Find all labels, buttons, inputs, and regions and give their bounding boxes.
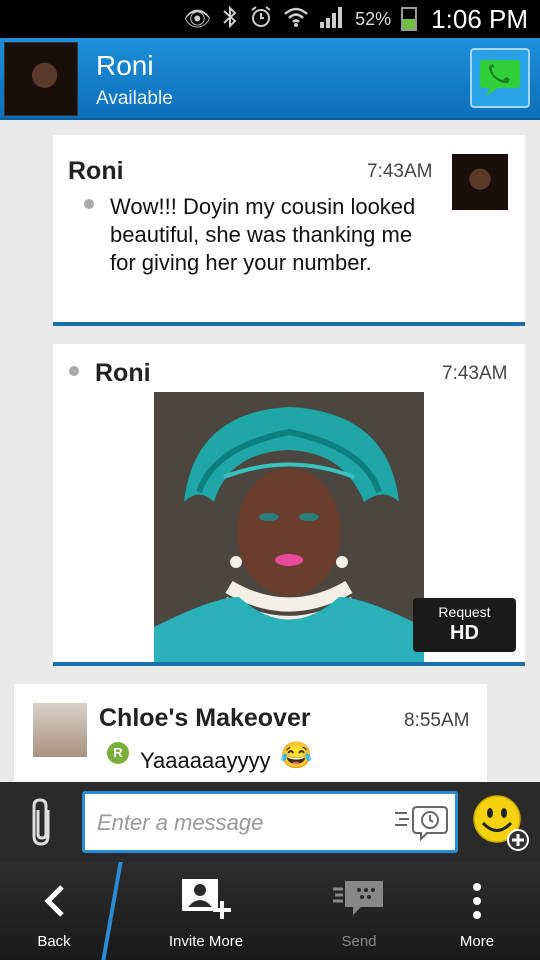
back-icon	[44, 885, 64, 917]
invite-more-button[interactable]: Invite More	[108, 862, 304, 960]
contact-avatar[interactable]	[4, 42, 78, 116]
wifi-icon	[283, 6, 309, 32]
more-button[interactable]: More	[414, 862, 540, 960]
status-bar: 👁 52% 1:06 PM	[0, 0, 540, 38]
eye-icon: 👁	[183, 6, 212, 31]
voice-note-icon[interactable]	[393, 803, 449, 843]
battery-icon	[401, 7, 418, 31]
message-text: Yaaaaaayyyy	[140, 748, 271, 773]
back-label: Back	[37, 933, 71, 950]
message-bubble[interactable]: Chloe's Makeover 8:55AM R Yaaaaaayyyy 😂	[14, 684, 487, 782]
sender-avatar[interactable]	[33, 703, 87, 757]
message-bubble[interactable]: Roni 7:43AM Wow!!! Doyin my cousin looke…	[53, 135, 525, 326]
invite-contact-icon	[182, 879, 231, 919]
bluetooth-icon	[221, 5, 239, 33]
read-indicator	[84, 199, 94, 209]
contact-status: Available	[96, 88, 173, 109]
send-label: Send	[341, 933, 377, 950]
emoticon-picker-icon[interactable]	[472, 794, 530, 852]
send-button[interactable]: Send	[304, 862, 414, 960]
battery-percent: 52%	[355, 8, 392, 29]
message-time: 8:55AM	[404, 710, 470, 731]
picture-message-bubble[interactable]: Roni 7:43AM Request HD	[53, 344, 525, 666]
invite-more-label: Invite More	[168, 933, 244, 950]
message-time: 7:43AM	[367, 161, 433, 182]
laughing-emoticon-icon: 😂	[280, 740, 313, 770]
alarm-icon	[249, 5, 273, 33]
message-sender: Roni	[68, 157, 124, 185]
message-composer	[0, 782, 540, 862]
message-sender: Roni	[95, 359, 151, 387]
chat-history[interactable]: Roni 7:43AM Wow!!! Doyin my cousin looke…	[0, 120, 540, 782]
message-field[interactable]	[82, 791, 458, 853]
message-sender: Chloe's Makeover	[99, 704, 311, 732]
back-button[interactable]: Back	[0, 862, 108, 960]
call-button[interactable]	[470, 48, 530, 108]
phone-icon	[480, 60, 520, 96]
message-time: 7:43AM	[442, 363, 508, 384]
attach-icon[interactable]	[24, 796, 60, 848]
message-text: Wow!!! Doyin my cousin looked beautiful,…	[110, 194, 416, 275]
request-hd-button[interactable]: Request HD	[413, 598, 516, 652]
action-bar: Back Invite More Send More	[0, 862, 540, 960]
sender-avatar[interactable]	[452, 154, 508, 210]
more-label: More	[459, 933, 495, 950]
clock: 1:06 PM	[431, 3, 528, 34]
read-badge: R	[107, 742, 129, 764]
contact-name[interactable]: Roni	[96, 50, 154, 82]
chat-header: Roni Available	[0, 38, 540, 120]
request-hd-label: Request	[438, 604, 491, 620]
read-indicator	[69, 366, 79, 376]
hd-label: HD	[450, 622, 479, 644]
send-icon	[333, 881, 383, 915]
signal-icon	[319, 6, 345, 32]
shared-photo[interactable]	[154, 392, 424, 662]
more-icon	[473, 883, 481, 919]
message-input[interactable]	[97, 807, 387, 839]
